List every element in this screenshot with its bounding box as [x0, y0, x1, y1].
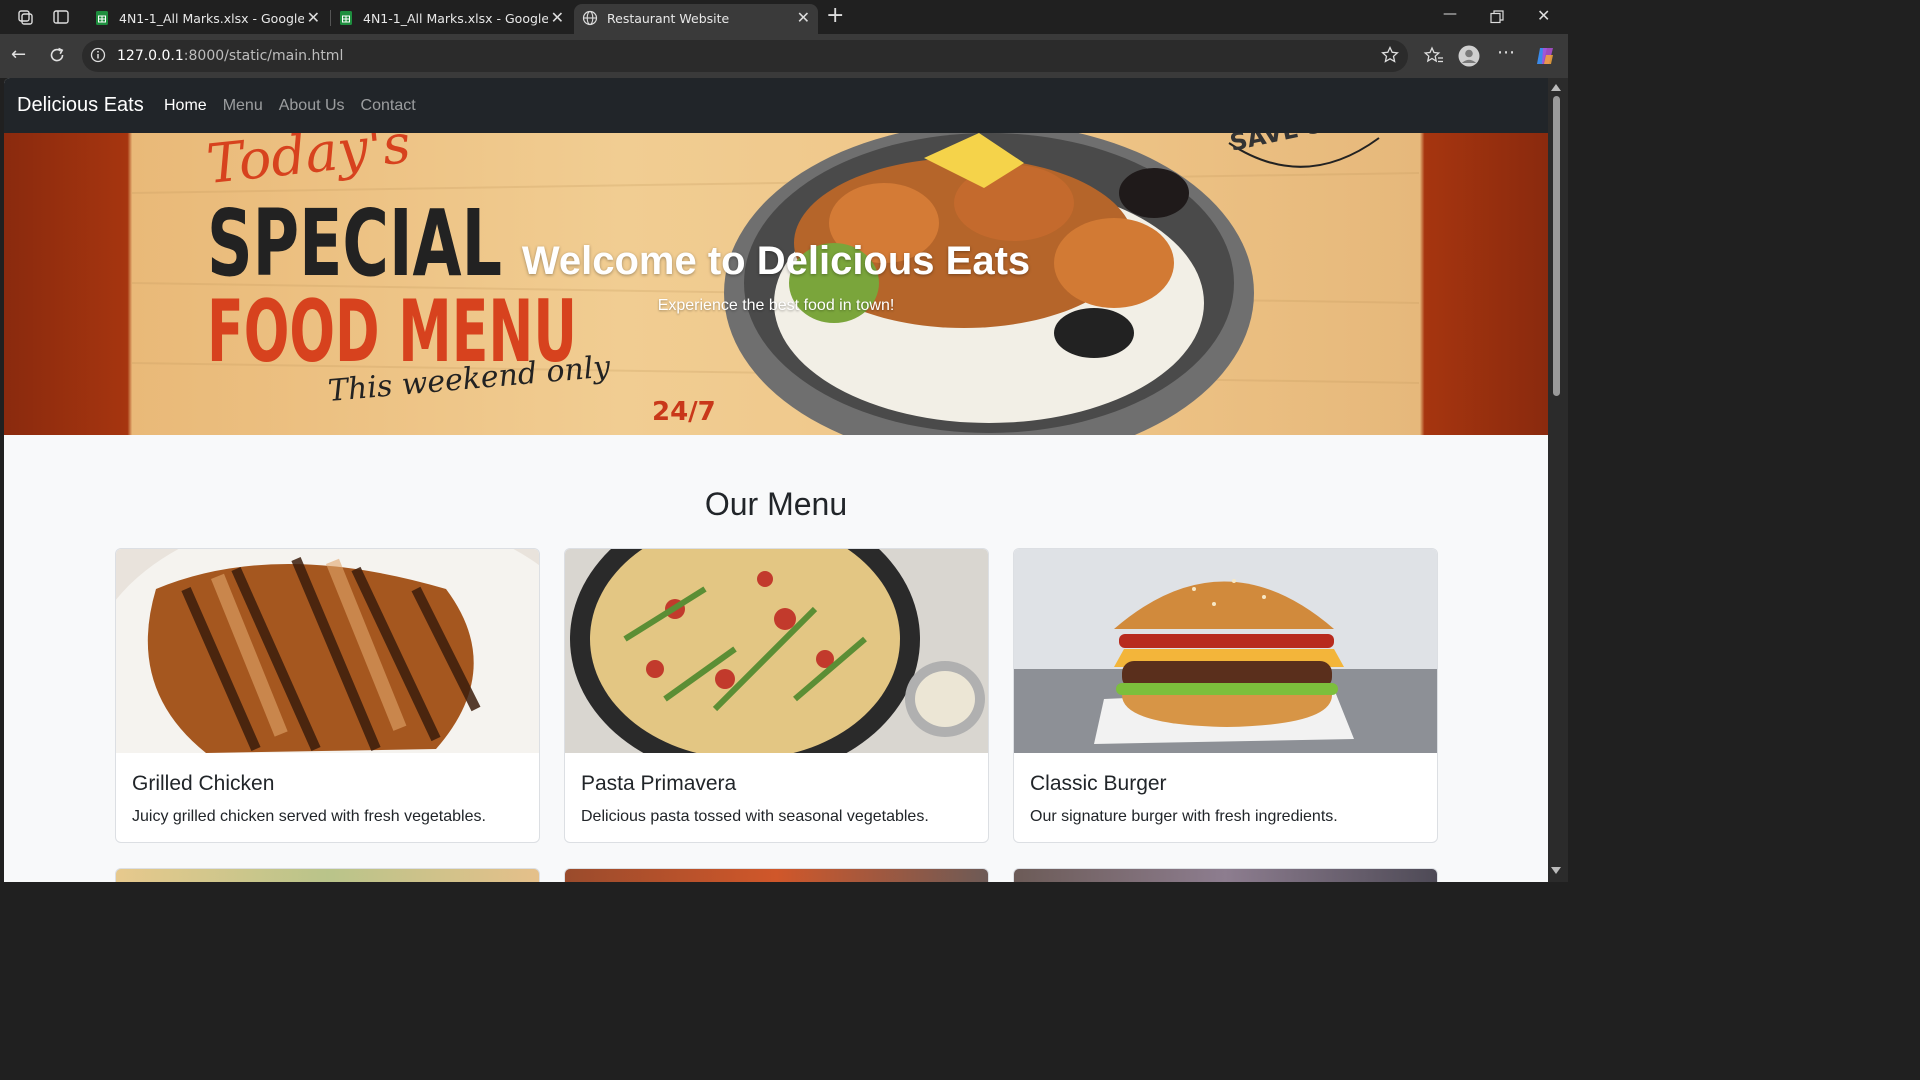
tab-title: 4N1-1_All Marks.xlsx - Google Sheets — [363, 11, 548, 26]
tab-sheets-1[interactable]: 4N1-1_All Marks.xlsx - Google Sheets ✕ — [86, 4, 328, 34]
restore-icon[interactable] — [1490, 10, 1504, 24]
google-sheets-icon — [96, 11, 108, 25]
classic-burger-image — [1014, 549, 1437, 753]
nav-home[interactable]: Home — [164, 96, 207, 116]
menu-section-title: Our Menu — [704, 486, 848, 522]
back-arrow-icon[interactable]: ← — [11, 45, 26, 65]
nav-links: Home Menu About Us Contact — [164, 96, 416, 116]
close-tab-icon[interactable]: ✕ — [551, 8, 564, 28]
banner-24-7-text: 24/7 — [652, 397, 716, 427]
favorites-icon[interactable] — [1423, 45, 1445, 67]
close-tab-icon[interactable]: ✕ — [307, 8, 320, 28]
banner-save-badge: SAVE 50 — [1227, 133, 1341, 157]
new-tab-icon[interactable]: + — [826, 3, 844, 29]
nav-menu[interactable]: Menu — [223, 96, 263, 116]
hero-subtitle: Experience the best food in town! — [657, 297, 895, 314]
nav-about-us[interactable]: About Us — [279, 96, 345, 116]
google-sheets-icon — [340, 11, 352, 25]
card-description: Juicy grilled chicken served with fresh … — [132, 808, 486, 825]
url-host: 127.0.0.1 — [117, 48, 184, 64]
brand-logo-text[interactable]: Delicious Eats — [17, 93, 144, 117]
scroll-down-arrow-icon[interactable] — [1551, 867, 1561, 874]
card-description: Delicious pasta tossed with seasonal veg… — [581, 808, 929, 825]
menu-card[interactable]: Classic Burger Our signature burger with… — [1013, 548, 1438, 843]
site-navbar: Delicious Eats Home Menu About Us Contac… — [4, 78, 1548, 133]
card-description: Our signature burger with fresh ingredie… — [1030, 808, 1338, 825]
address-bar[interactable]: 127.0.0.1:8000/static/main.html — [82, 40, 1408, 72]
page-viewport: Delicious Eats Home Menu About Us Contac… — [4, 78, 1548, 882]
hero-title: Welcome to Delicious Eats — [521, 239, 1031, 283]
url-path: :8000/static/main.html — [183, 48, 344, 64]
workspaces-icon[interactable] — [16, 8, 34, 26]
vertical-tabs-icon[interactable] — [52, 8, 70, 26]
minimize-icon[interactable]: — — [1443, 6, 1457, 22]
profile-avatar-icon[interactable] — [1458, 45, 1480, 67]
scrollbar-thumb[interactable] — [1553, 96, 1560, 396]
url-text: 127.0.0.1:8000/static/main.html — [117, 47, 343, 65]
pasta-primavera-image — [565, 549, 988, 753]
tab-title: 4N1-1_All Marks.xlsx - Google Sheets — [119, 11, 304, 26]
copilot-icon[interactable] — [1534, 45, 1556, 67]
menu-card[interactable]: Grilled Chicken Juicy grilled chicken se… — [115, 548, 540, 843]
browser-toolbar: ← 127.0.0.1:8000/static/main.html ⋯ — [0, 34, 1568, 78]
menu-card-partial[interactable] — [115, 868, 540, 882]
card-title: Classic Burger — [1030, 772, 1167, 795]
reload-icon[interactable] — [48, 46, 66, 64]
card-title: Pasta Primavera — [581, 772, 737, 795]
browser-tab-strip: 4N1-1_All Marks.xlsx - Google Sheets ✕ 4… — [0, 0, 1568, 34]
banner-todays-text: Today's — [204, 133, 414, 196]
favorite-star-icon[interactable] — [1380, 45, 1400, 65]
tab-sheets-2[interactable]: 4N1-1_All Marks.xlsx - Google Sheets ✕ — [330, 4, 572, 34]
menu-card-partial[interactable] — [564, 868, 989, 882]
close-tab-icon[interactable]: ✕ — [797, 8, 810, 28]
scroll-up-arrow-icon[interactable] — [1551, 84, 1561, 91]
more-options-icon[interactable]: ⋯ — [1497, 43, 1515, 63]
menu-card-partial[interactable] — [1013, 868, 1438, 882]
hero-banner: Today's SPECIAL FOOD MENU This weekend o… — [4, 133, 1548, 435]
close-window-icon[interactable]: ✕ — [1537, 6, 1550, 25]
nav-contact[interactable]: Contact — [361, 96, 416, 116]
grilled-chicken-image — [116, 549, 539, 753]
site-info-icon[interactable] — [90, 47, 106, 63]
globe-icon — [582, 10, 598, 26]
page-scrollbar[interactable] — [1548, 78, 1568, 882]
menu-card[interactable]: Pasta Primavera Delicious pasta tossed w… — [564, 548, 989, 843]
card-title: Grilled Chicken — [132, 772, 275, 795]
tab-restaurant-website[interactable]: Restaurant Website ✕ — [574, 4, 818, 34]
tab-title: Restaurant Website — [607, 11, 730, 26]
